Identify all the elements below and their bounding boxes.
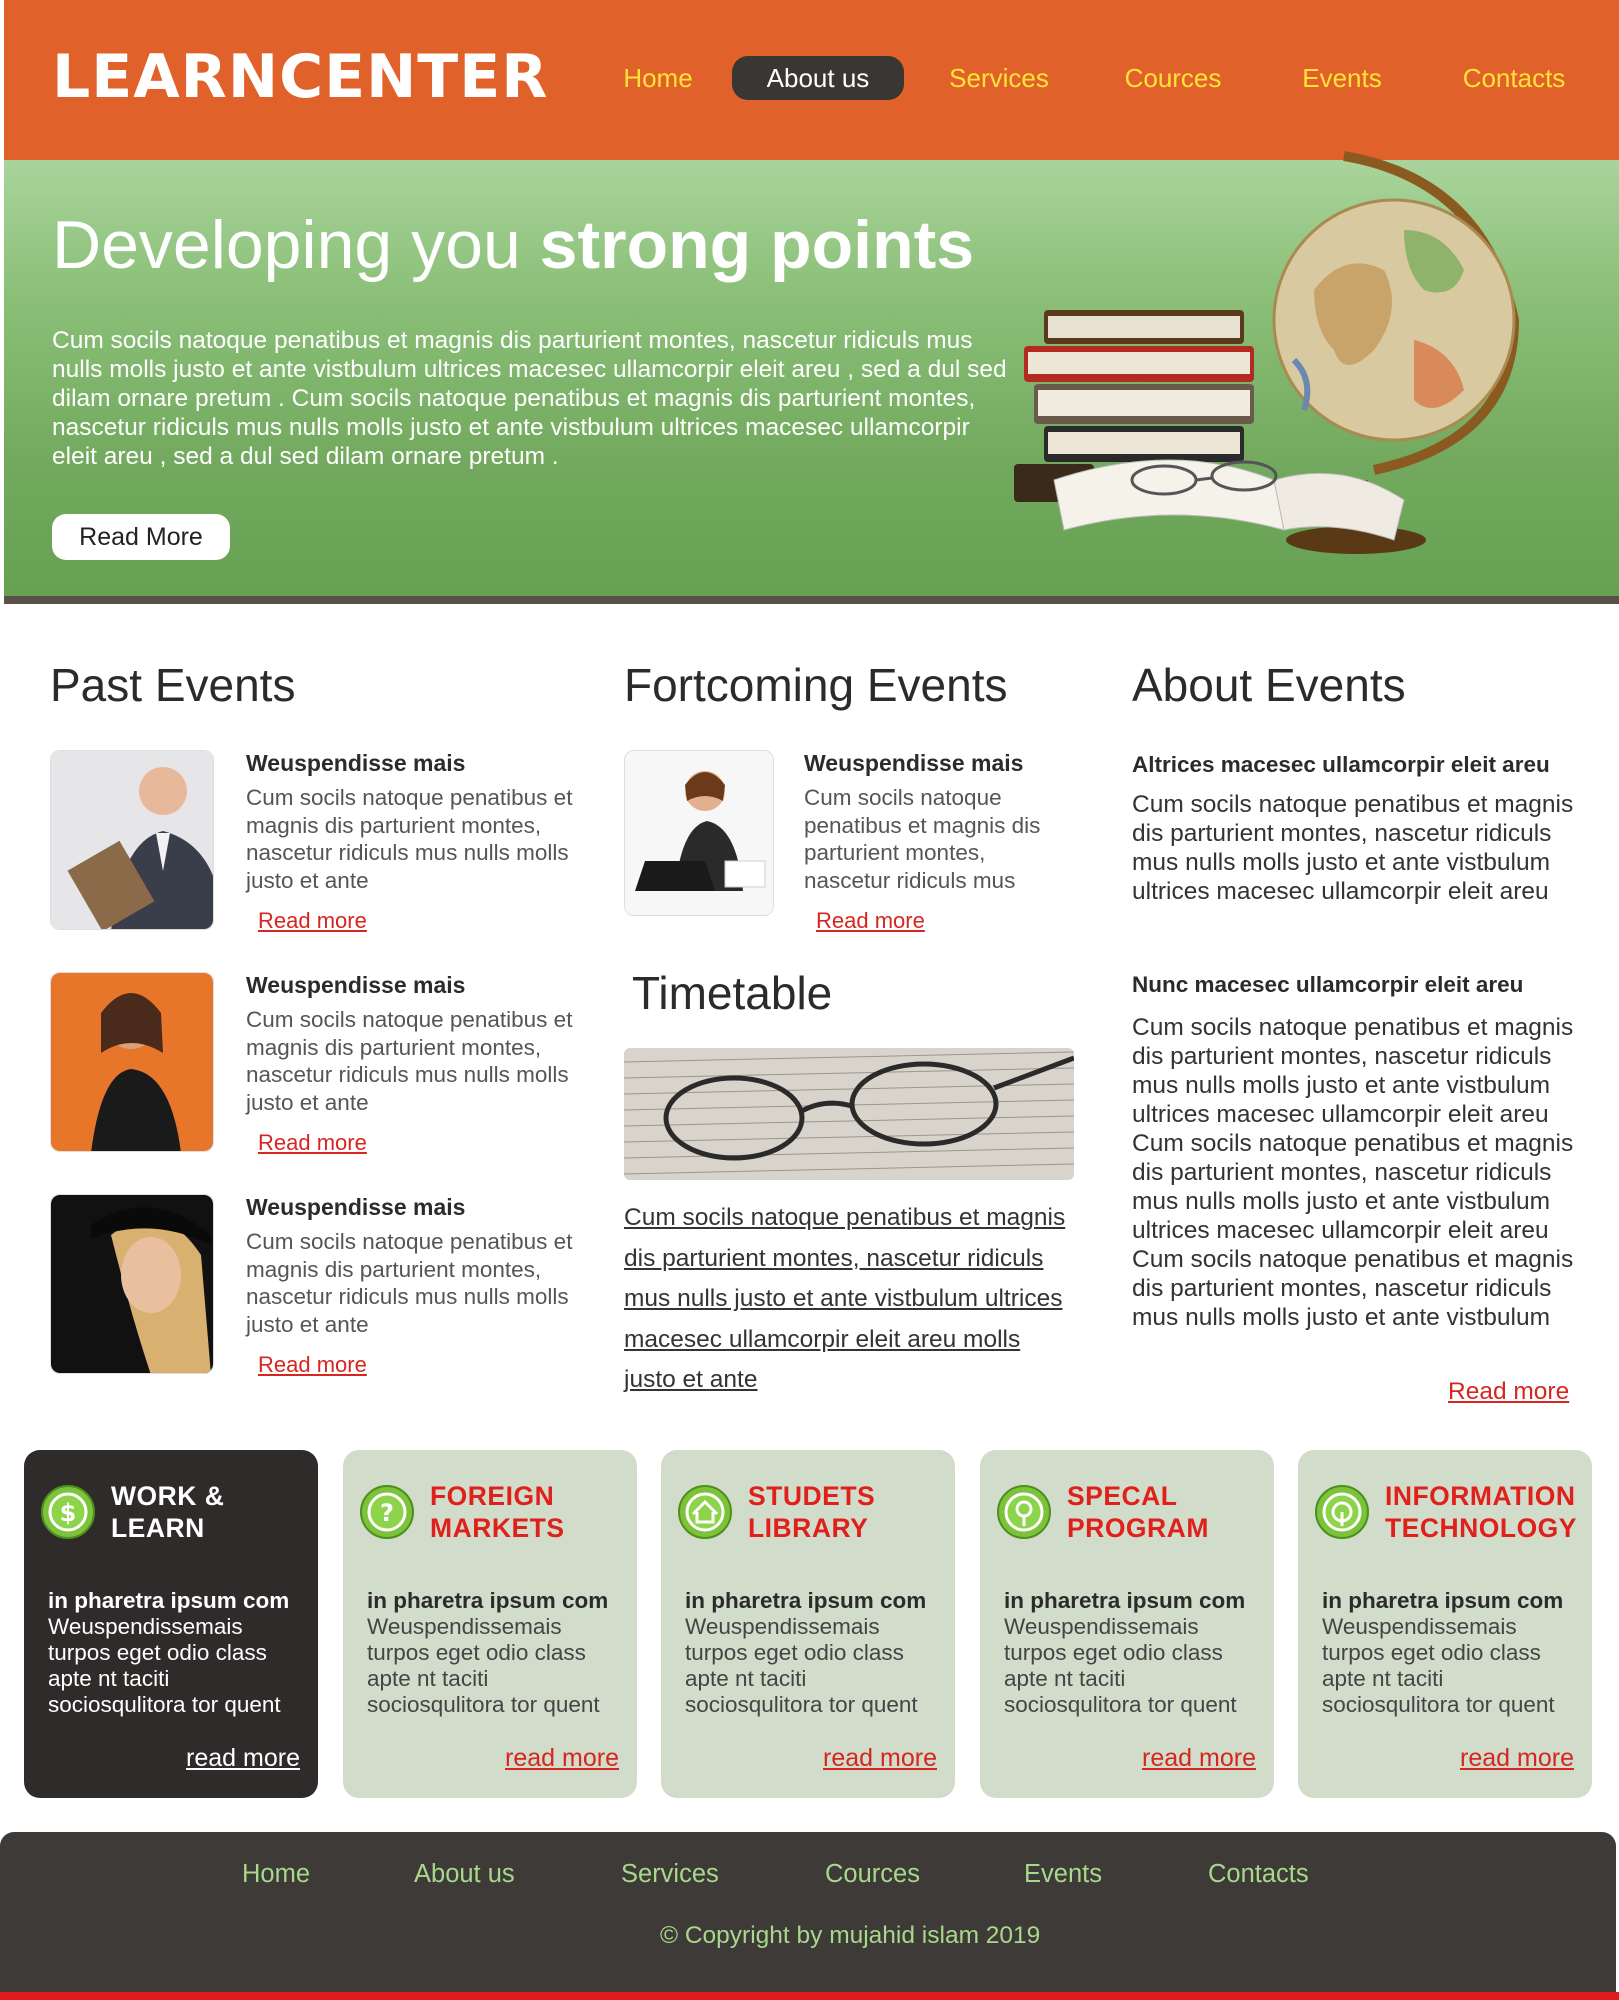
box-subtitle: in pharetra ipsum com [1004, 1588, 1246, 1613]
nav-cources[interactable]: Cources [1118, 56, 1228, 100]
event-title: Weuspendisse mais [804, 750, 1024, 776]
read-more-link[interactable]: read more [186, 1744, 300, 1773]
past-event-item: Weuspendisse mais Cum socils natoque pen… [50, 972, 590, 1172]
globe-and-books-icon [1014, 151, 1520, 554]
about-events-title: About Events [1132, 659, 1406, 711]
event-text: Cum socils natoque penatibus et magnis d… [246, 1007, 573, 1115]
read-more-link[interactable]: Read more [258, 1352, 367, 1378]
box-text: Weuspendissemais turpos eget odio class … [48, 1614, 281, 1717]
woman-blonde-portrait-icon [51, 1195, 213, 1373]
box-text: Weuspendissemais turpos eget odio class … [1004, 1614, 1237, 1717]
read-more-link[interactable]: Read more [1448, 1378, 1569, 1406]
box-text: Weuspendissemais turpos eget odio class … [685, 1614, 918, 1717]
event-text: Cum socils natoque penatibus et magnis d… [804, 785, 1041, 893]
event-title: Weuspendisse mais [246, 972, 466, 998]
svg-text:$: $ [60, 1499, 77, 1527]
feature-box-foreign-markets: ? FOREIGN MARKETS in pharetra ipsum com … [343, 1450, 637, 1798]
read-more-link[interactable]: read more [505, 1744, 619, 1773]
nav-services[interactable]: Services [944, 56, 1054, 100]
target-icon [1315, 1485, 1369, 1539]
copyright-text: © Copyright by mujahid islam 2019 [660, 1922, 1041, 1949]
feature-box-work-learn: $ WORK & LEARN in pharetra ipsum com Weu… [24, 1450, 318, 1798]
hero-text: Cum socils natoque penatibus et magnis d… [52, 327, 1007, 470]
home-icon [678, 1485, 732, 1539]
nav-home[interactable]: Home [618, 56, 698, 100]
footer-nav-home[interactable]: Home [242, 1860, 310, 1889]
box-title: WORK & LEARN [111, 1481, 225, 1543]
read-more-link[interactable]: read more [1460, 1744, 1574, 1773]
footer-nav-events[interactable]: Events [1024, 1860, 1102, 1889]
footer-nav-about-us[interactable]: About us [414, 1860, 515, 1889]
timetable-link-text[interactable]: Cum socils natoque penatibus et magnis d… [624, 1198, 1074, 1401]
read-more-link[interactable]: read more [823, 1744, 937, 1773]
woman-laptop-portrait-icon [625, 751, 773, 915]
past-event-item: Weuspendisse mais Cum socils natoque pen… [50, 1194, 590, 1394]
footer-accent-bar [0, 1992, 1619, 2000]
event-thumbnail [624, 750, 774, 916]
question-icon: ? [360, 1485, 414, 1539]
forthcoming-events-title: Fortcoming Events [624, 659, 1008, 711]
about-events-text: Cum socils natoque penatibus et magnis d… [1132, 791, 1574, 905]
footer-nav-cources[interactable]: Cources [825, 1860, 920, 1889]
read-more-link[interactable]: read more [1142, 1744, 1256, 1773]
event-thumbnail [50, 972, 214, 1152]
event-title: Weuspendisse mais [246, 1194, 466, 1220]
box-title: INFORMATION TECHNOLOGY [1385, 1481, 1577, 1543]
timetable-image [624, 1048, 1074, 1180]
feature-box-students-library: STUDETS LIBRARY in pharetra ipsum com We… [661, 1450, 955, 1798]
site-footer: Home About us Services Cources Events Co… [0, 1832, 1616, 1992]
dollar-icon: $ [41, 1485, 95, 1539]
nav-contacts[interactable]: Contacts [1452, 56, 1576, 100]
footer-nav-services[interactable]: Services [621, 1860, 719, 1889]
feature-box-information-technology: INFORMATION TECHNOLOGY in pharetra ipsum… [1298, 1450, 1592, 1798]
event-thumbnail [50, 750, 214, 930]
read-more-link[interactable]: Read more [816, 908, 925, 934]
read-more-button[interactable]: Read More [52, 514, 230, 560]
event-text: Cum socils natoque penatibus et magnis d… [246, 1229, 573, 1337]
search-icon [997, 1485, 1051, 1539]
past-events-title: Past Events [50, 659, 296, 711]
box-text: Weuspendissemais turpos eget odio class … [1322, 1614, 1555, 1717]
event-thumbnail [50, 1194, 214, 1374]
hero-title: Developing you strong points [52, 207, 975, 283]
hero-banner: Developing you strong points Cum socils … [4, 151, 1619, 604]
svg-text:?: ? [380, 1499, 394, 1527]
forthcoming-event-item: Weuspendisse mais Cum socils natoque pen… [624, 750, 1094, 950]
woman-headphones-portrait-icon [51, 973, 213, 1151]
about-events-text: Cum socils natoque penatibus et magnis d… [1132, 1014, 1574, 1331]
footer-nav-contacts[interactable]: Contacts [1208, 1860, 1309, 1889]
box-subtitle: in pharetra ipsum com [48, 1588, 290, 1613]
box-subtitle: in pharetra ipsum com [367, 1588, 609, 1613]
box-title: STUDETS LIBRARY [748, 1481, 876, 1543]
glasses-on-newspaper-icon [624, 1048, 1074, 1180]
box-title: FOREIGN MARKETS [430, 1481, 565, 1543]
timetable-title: Timetable [632, 967, 833, 1019]
event-title: Weuspendisse mais [246, 750, 466, 776]
event-text: Cum socils natoque penatibus et magnis d… [246, 785, 573, 893]
past-event-item: Weuspendisse mais Cum socils natoque pen… [50, 750, 590, 950]
site-logo[interactable]: LEARNCENTER [52, 42, 548, 112]
box-text: Weuspendissemais turpos eget odio class … [367, 1614, 600, 1717]
feature-box-special-program: SPECAL PROGRAM in pharetra ipsum com Weu… [980, 1450, 1274, 1798]
man-portrait-icon [51, 751, 213, 929]
about-events-subtitle: Nunc macesec ullamcorpir eleit areu [1132, 972, 1524, 997]
nav-about-us[interactable]: About us [732, 56, 904, 100]
read-more-link[interactable]: Read more [258, 1130, 367, 1156]
nav-events[interactable]: Events [1294, 56, 1390, 100]
box-title: SPECAL PROGRAM [1067, 1481, 1209, 1543]
box-subtitle: in pharetra ipsum com [1322, 1588, 1564, 1613]
about-events-subtitle: Altrices macesec ullamcorpir eleit areu [1132, 752, 1550, 777]
box-subtitle: in pharetra ipsum com [685, 1588, 927, 1613]
read-more-link[interactable]: Read more [258, 908, 367, 934]
